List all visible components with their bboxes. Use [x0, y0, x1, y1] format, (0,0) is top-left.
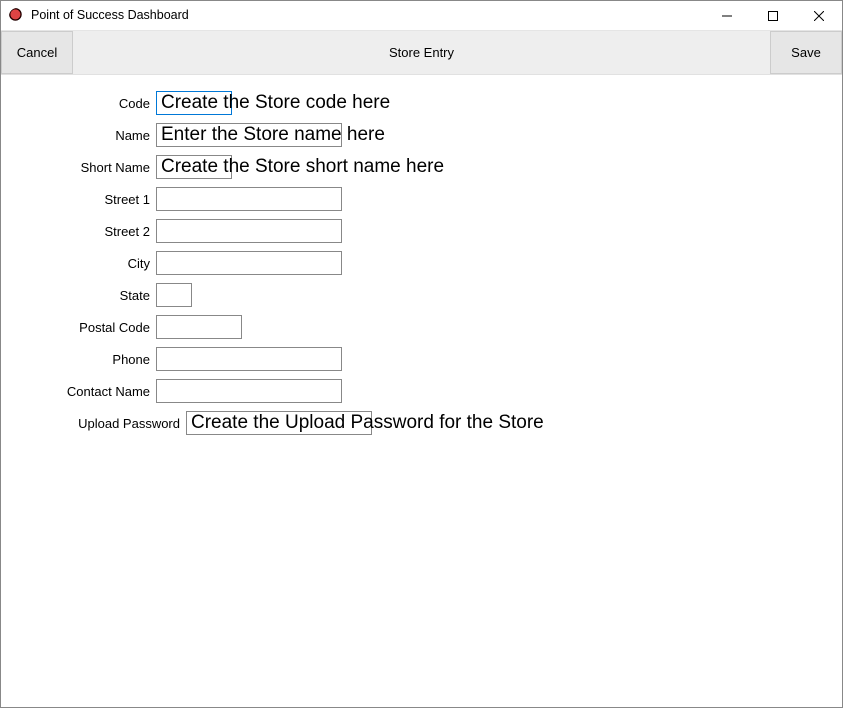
row-street1: Street 1 [1, 183, 842, 215]
street2-input[interactable] [156, 219, 342, 243]
minimize-icon [722, 11, 732, 21]
row-upload-password: Upload Password Create the Upload Passwo… [1, 407, 842, 439]
window-title: Point of Success Dashboard [31, 8, 704, 23]
label-street2: Street 2 [1, 224, 156, 239]
save-button[interactable]: Save [770, 31, 842, 74]
row-contact: Contact Name [1, 375, 842, 407]
row-postal: Postal Code [1, 311, 842, 343]
maximize-button[interactable] [750, 1, 796, 30]
short-name-input[interactable] [156, 155, 232, 179]
label-contact: Contact Name [1, 384, 156, 399]
city-input[interactable] [156, 251, 342, 275]
close-button[interactable] [796, 1, 842, 30]
code-input[interactable] [156, 91, 232, 115]
label-code: Code [1, 96, 156, 111]
app-icon [9, 8, 25, 24]
label-upload-password: Upload Password [1, 416, 186, 431]
row-city: City [1, 247, 842, 279]
label-postal: Postal Code [1, 320, 156, 335]
label-street1: Street 1 [1, 192, 156, 207]
phone-input[interactable] [156, 347, 342, 371]
label-state: State [1, 288, 156, 303]
toolbar: Cancel Store Entry Save [1, 31, 842, 75]
app-window: Point of Success Dashboard Cancel Store … [0, 0, 843, 708]
maximize-icon [768, 11, 778, 21]
minimize-button[interactable] [704, 1, 750, 30]
row-short-name: Short Name Create the Store short name h… [1, 151, 842, 183]
form-area: Code Create the Store code here Name Ent… [1, 75, 842, 439]
upload-password-input[interactable] [186, 411, 372, 435]
row-code: Code Create the Store code here [1, 87, 842, 119]
name-input[interactable] [156, 123, 342, 147]
cancel-button[interactable]: Cancel [1, 31, 73, 74]
label-short-name: Short Name [1, 160, 156, 175]
state-input[interactable] [156, 283, 192, 307]
page-title: Store Entry [73, 31, 770, 74]
window-controls [704, 1, 842, 30]
titlebar: Point of Success Dashboard [1, 1, 842, 31]
label-phone: Phone [1, 352, 156, 367]
postal-input[interactable] [156, 315, 242, 339]
label-city: City [1, 256, 156, 271]
row-street2: Street 2 [1, 215, 842, 247]
street1-input[interactable] [156, 187, 342, 211]
contact-input[interactable] [156, 379, 342, 403]
label-name: Name [1, 128, 156, 143]
row-phone: Phone [1, 343, 842, 375]
close-icon [814, 11, 824, 21]
row-name: Name Enter the Store name here [1, 119, 842, 151]
row-state: State [1, 279, 842, 311]
